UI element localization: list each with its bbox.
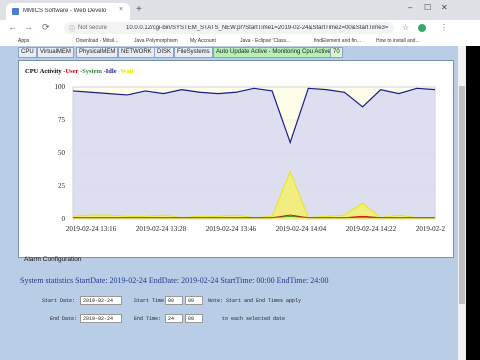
idle-area [73, 88, 435, 219]
bookmark-item[interactable]: Java - Eclipse 'Class... [240, 38, 290, 44]
star-icon[interactable]: ☆ [402, 23, 409, 32]
browser-tab[interactable]: MMICS Software - Web Develo × [6, 3, 130, 20]
x-tick-label: 2019-02-24 13:28 [136, 225, 187, 233]
end-date-label: End Date: [50, 316, 78, 322]
tab-strip: MMICS Software - Web Develo × + – ☐ ✕ [0, 0, 480, 20]
bookmark-apps[interactable]: Apps [18, 38, 29, 44]
alarm-configuration-link[interactable]: Alarm Configuration [24, 256, 81, 263]
x-tick-label: 2019-02-24 13:46 [206, 225, 257, 233]
url-text[interactable]: 10.0.0.12/cgi-bin/SYSTEM_STATS_NEW.pl?St… [126, 25, 388, 31]
end-hour-select[interactable]: 24 [165, 314, 183, 323]
bookmark-item[interactable]: Download - Mitsil... [76, 38, 118, 44]
profile-avatar-icon[interactable] [418, 24, 426, 32]
auto-update-status[interactable]: Auto Update Active - Monitoring Cpu Acti… [213, 47, 334, 58]
chart-legend: CPU Activity -User -System -Idle -Wait [25, 68, 134, 75]
start-hour-select[interactable]: 00 [165, 296, 183, 305]
video-letterbox [466, 46, 480, 360]
tab-title: MMICS Software - Web Develo [23, 8, 107, 14]
tab-physicalmem[interactable]: PhysicalMEM [76, 47, 119, 58]
cpu-activity-chart: 0 25 50 75 100 2019-02-24 13:16 2019-02-24 13:… [55, 83, 446, 233]
cpu-chart-panel: CPU Activity -User -System -Idle -Wait 0… [18, 60, 454, 258]
address-bar[interactable]: ⓘ Not secure 10.0.0.12/cgi-bin/SYSTEM_ST… [64, 22, 394, 34]
screen: MMICS Software - Web Develo × + – ☐ ✕ ← … [0, 0, 480, 360]
end-row: End Date: 2019-02-24 End Time: 24 00 to … [50, 314, 350, 324]
refresh-interval-value[interactable]: 70 [330, 47, 343, 58]
x-tick-label: 2019-02-24 14:46 [416, 225, 445, 233]
x-tick-label: 2019-02-24 14:04 [276, 225, 327, 233]
reload-icon[interactable]: ⟳ [42, 22, 50, 33]
page-scrollbar[interactable] [458, 46, 466, 360]
tab-cpu[interactable]: CPU [18, 47, 37, 58]
end-date-field[interactable]: 2019-02-24 [80, 314, 122, 323]
tab-close-icon[interactable]: × [119, 6, 123, 13]
y-tick-label: 75 [58, 116, 66, 124]
info-icon[interactable]: ⓘ [69, 24, 75, 33]
bookmark-item[interactable]: My Account [190, 38, 216, 44]
browser-toolbar: ← → ⟳ ⓘ Not secure 10.0.0.12/cgi-bin/SYS… [0, 20, 480, 36]
back-icon[interactable]: ← [8, 22, 17, 32]
tab-filesystems[interactable]: FileSystems [174, 47, 213, 58]
tab-virtualmem[interactable]: VirtualMEM [37, 47, 74, 58]
legend-title: CPU Activity [25, 68, 62, 75]
bookmarks-bar: Apps Download - Mitsil... Java Polymorph… [0, 36, 480, 46]
end-time-label: End Time: [134, 316, 162, 322]
page-content: CPU VirtualMEM PhysicalMEM NETWORK DISK … [0, 46, 458, 360]
legend-wait: -Wait [118, 68, 134, 75]
start-row: Start Date: 2019-02-24 Start Time: 00 00… [42, 296, 342, 306]
tab-disk[interactable]: DISK [154, 47, 175, 58]
x-tick-label: 2019-02-24 14:22 [346, 225, 397, 233]
scrollbar-thumb[interactable] [459, 86, 465, 304]
bookmark-item[interactable]: findElement and fin... [314, 38, 361, 44]
tab-network[interactable]: NETWORK [118, 47, 155, 58]
stats-summary: System statistics StartDate: 2019-02-24 … [20, 276, 329, 285]
start-date-label: Start Date: [42, 298, 76, 304]
y-tick-label: 25 [58, 182, 66, 190]
close-window-icon[interactable]: ✕ [441, 3, 448, 12]
not-secure-label: Not secure [78, 25, 108, 31]
y-tick-label: 100 [55, 83, 66, 91]
x-tick-label: 2019-02-24 13:16 [66, 225, 117, 233]
start-date-field[interactable]: 2019-02-24 [80, 296, 122, 305]
maximize-icon[interactable]: ☐ [424, 3, 431, 12]
legend-user: -User [63, 68, 79, 75]
legend-idle: -Idle [103, 68, 117, 75]
y-tick-label: 0 [62, 215, 66, 223]
bookmark-item[interactable]: How to install and... [376, 38, 420, 44]
new-tab-icon[interactable]: + [136, 4, 142, 15]
minimize-icon[interactable]: – [408, 3, 412, 12]
legend-system: -System [79, 68, 102, 75]
forward-icon[interactable]: → [24, 22, 33, 32]
start-time-label: Start Time: [134, 298, 168, 304]
bookmark-item[interactable]: Java Polymorphism [134, 38, 178, 44]
favicon-icon [12, 8, 19, 15]
start-minute-select[interactable]: 00 [185, 296, 203, 305]
y-tick-label: 50 [58, 149, 66, 157]
end-minute-select[interactable]: 00 [185, 314, 203, 323]
time-note-2: to each selected date [222, 316, 286, 322]
menu-icon[interactable]: ⋮ [440, 23, 448, 32]
time-note: Note: Start and End Times apply [208, 298, 302, 304]
